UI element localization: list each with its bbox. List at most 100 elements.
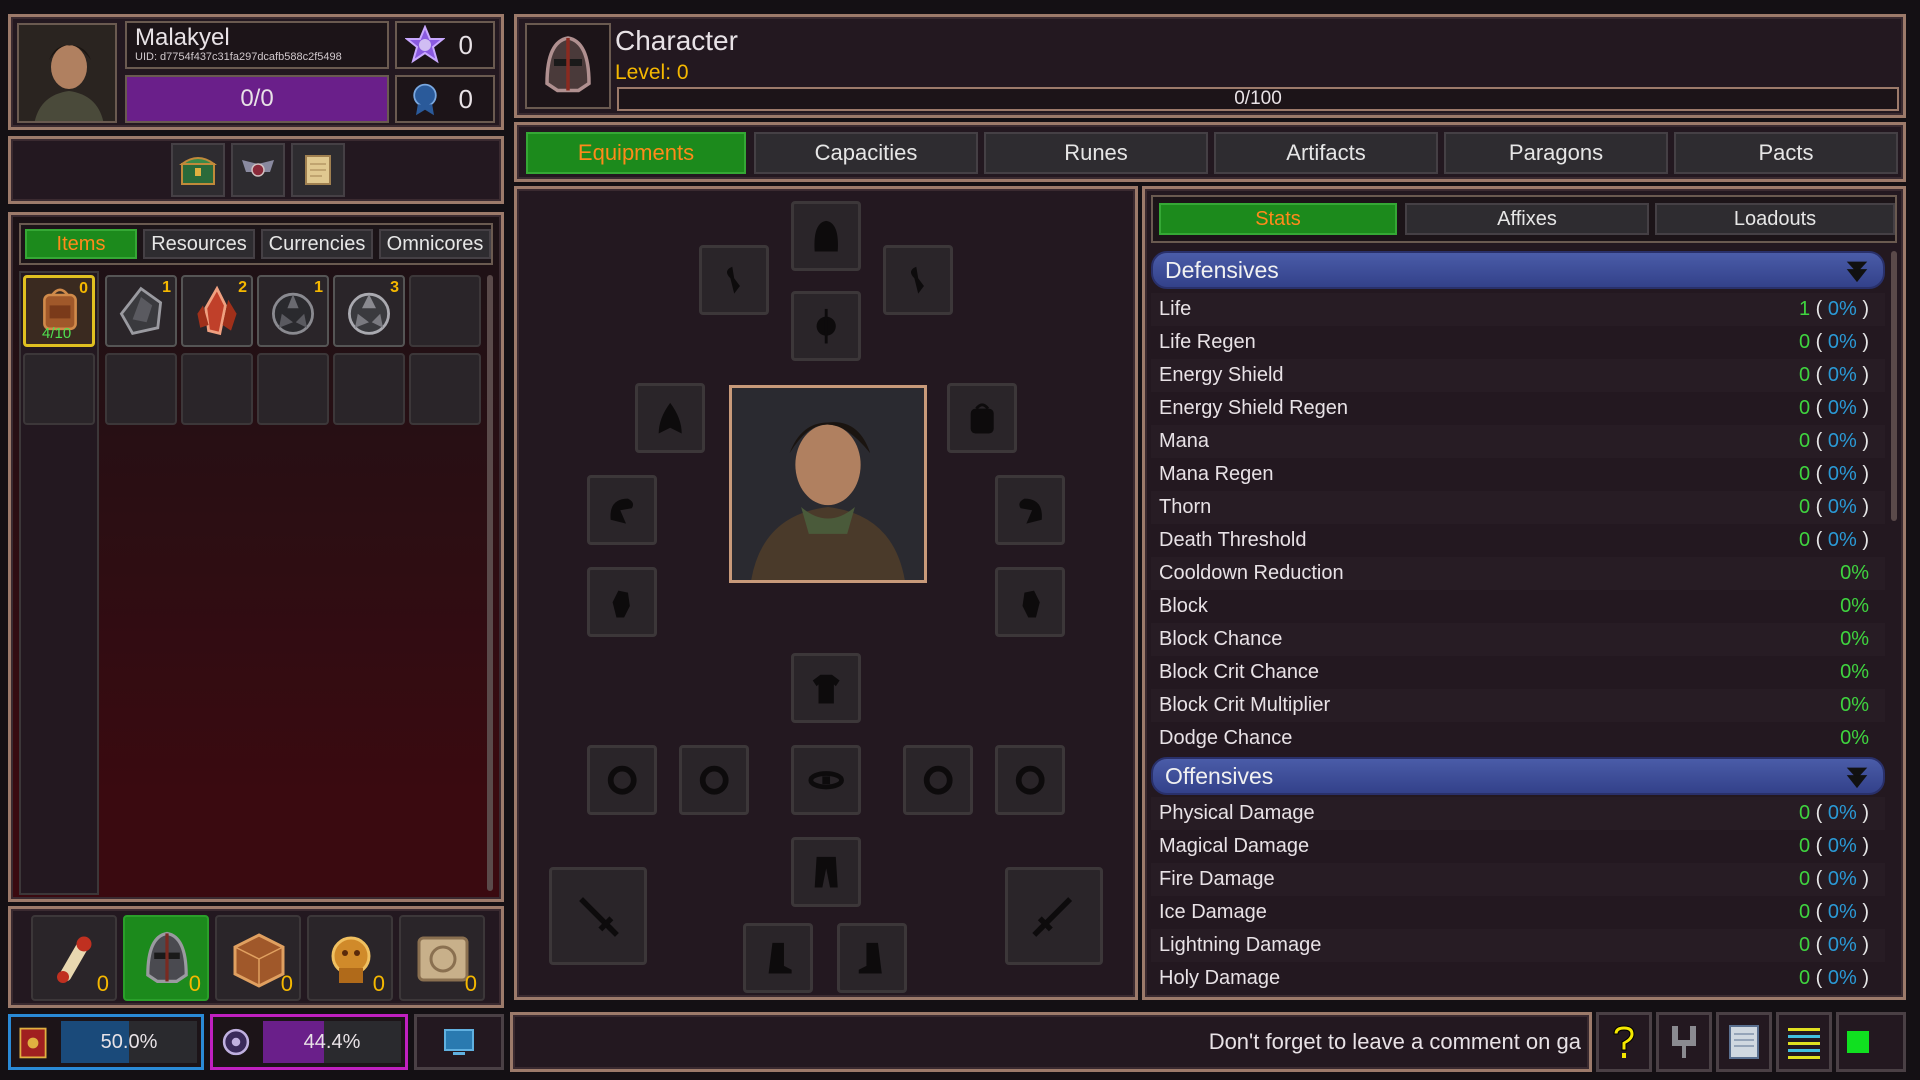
stat-value: 1 <box>1798 298 1811 320</box>
inventory-empty-slot[interactable] <box>333 353 405 425</box>
inventory-empty-slot[interactable] <box>409 275 481 347</box>
inventory-item-slot[interactable]: 1 <box>257 275 329 347</box>
tuning-fork-icon <box>1672 1026 1696 1058</box>
stat-paren-open: ( <box>1810 397 1828 419</box>
equip-slot-shoulder-left[interactable] <box>587 475 657 545</box>
scroll-button[interactable] <box>291 143 345 197</box>
inventory-item-slot[interactable]: 2 <box>181 275 253 347</box>
tab-omnicores[interactable]: Omnicores <box>379 229 491 259</box>
stat-value: 0 <box>1798 934 1811 956</box>
equip-slot-earring-right[interactable] <box>883 245 953 315</box>
tab-capacities-label: Capacities <box>814 140 918 165</box>
sort-button[interactable] <box>1656 1012 1712 1072</box>
equip-slot-earring-left[interactable] <box>699 245 769 315</box>
hotbar-count: 0 <box>372 971 385 996</box>
equip-slot-glove-left[interactable] <box>587 567 657 637</box>
inventory-empty-slot[interactable] <box>257 353 329 425</box>
inventory-empty-slot[interactable] <box>181 353 253 425</box>
tab-artifacts[interactable]: Artifacts <box>1214 132 1438 174</box>
stat-value: 0% <box>1840 661 1869 683</box>
tab-capacities[interactable]: Capacities <box>754 132 978 174</box>
ring-icon <box>607 765 637 795</box>
tab-items[interactable]: Items <box>25 229 137 259</box>
section-defensives[interactable]: Defensives <box>1151 251 1885 289</box>
tab-stats[interactable]: Stats <box>1159 203 1397 235</box>
hotbar-slot-scroll[interactable]: 0 <box>31 915 117 1001</box>
stat-label: Mana <box>1159 430 1210 452</box>
stat-label: Magical Damage <box>1159 835 1310 857</box>
equip-slot-offhand[interactable] <box>1005 867 1103 965</box>
status-indicator <box>1847 1031 1869 1053</box>
stat-paren-open: ( <box>1810 967 1828 989</box>
inventory-item-slot[interactable]: 3 <box>333 275 405 347</box>
collapse-arrow-icon <box>1846 261 1868 283</box>
glove-icon <box>1022 590 1040 618</box>
stat-row: Block Chance 0% <box>1151 623 1885 656</box>
tab-resources-label: Resources <box>151 232 247 255</box>
stat-label: Energy Shield Regen <box>1159 397 1349 419</box>
stat-percent: 0% <box>1827 463 1857 485</box>
tab-paragons[interactable]: Paragons <box>1444 132 1668 174</box>
hotbar-slot-cube[interactable]: 0 <box>215 915 301 1001</box>
wings-button[interactable] <box>231 143 285 197</box>
stat-value: 0% <box>1840 628 1869 650</box>
equip-slot-mainhand[interactable] <box>549 867 647 965</box>
equip-slot-glove-right[interactable] <box>995 567 1065 637</box>
journal-button[interactable] <box>1716 1012 1772 1072</box>
stat-paren-close: ) <box>1856 835 1869 857</box>
inventory-scrollbar[interactable] <box>487 275 493 891</box>
tab-affixes[interactable]: Affixes <box>1405 203 1649 235</box>
tab-pacts[interactable]: Pacts <box>1674 132 1898 174</box>
equip-slot-amulet[interactable] <box>791 291 861 361</box>
item-count: 1 <box>162 279 171 296</box>
tab-loadouts[interactable]: Loadouts <box>1655 203 1895 235</box>
offensives-rows: Physical Damage 0 ( 0% ) Magical Damage 0 (… <box>1151 797 1885 991</box>
equip-slot-boot-left[interactable] <box>743 923 813 993</box>
equip-slot-helmet[interactable] <box>791 201 861 271</box>
list-button[interactable] <box>1776 1012 1832 1072</box>
hotbar-slot-helmet[interactable]: 0 <box>123 915 209 1001</box>
section-offensives[interactable]: Offensives <box>1151 757 1885 795</box>
stat-percent: 0% <box>1827 835 1857 857</box>
tab-equipments[interactable]: Equipments <box>526 132 746 174</box>
bag-slot[interactable]: 0 4/10 <box>23 275 95 347</box>
stat-label: Thorn <box>1159 496 1212 518</box>
inventory-empty-slot[interactable] <box>105 353 177 425</box>
stats-scrollbar[interactable] <box>1891 251 1897 521</box>
hotbar-slot-idol[interactable]: 0 <box>307 915 393 1001</box>
tab-artifacts-label: Artifacts <box>1286 140 1366 165</box>
bag-count: 0 <box>79 280 88 297</box>
equip-slot-ring-3[interactable] <box>903 745 973 815</box>
bag-slot-empty[interactable] <box>23 353 95 425</box>
equip-slot-ring-4[interactable] <box>995 745 1065 815</box>
player-avatar[interactable] <box>17 23 117 123</box>
stat-label: Life Regen <box>1159 331 1256 353</box>
equip-slot-ring-1[interactable] <box>587 745 657 815</box>
treasure-chest-button[interactable] <box>171 143 225 197</box>
equip-slot-shoulder-right[interactable] <box>995 475 1065 545</box>
equip-slot-backpack[interactable] <box>947 383 1017 453</box>
tab-currencies[interactable]: Currencies <box>261 229 373 259</box>
equip-slot-chest[interactable] <box>791 653 861 723</box>
equip-slot-cape[interactable] <box>635 383 705 453</box>
stat-paren-close: ) <box>1856 298 1869 320</box>
screen-button[interactable] <box>414 1014 504 1070</box>
inventory-item-slot[interactable]: 1 <box>105 275 177 347</box>
equip-slot-ring-2[interactable] <box>679 745 749 815</box>
stat-value: 0 <box>1798 364 1811 386</box>
hotbar-slot-map[interactable]: 0 <box>399 915 485 1001</box>
equip-slot-belt[interactable] <box>791 745 861 815</box>
stat-label: Block <box>1159 595 1208 617</box>
stat-row: Block 0% <box>1151 590 1885 623</box>
equip-slot-legs[interactable] <box>791 837 861 907</box>
stat-row: Energy Shield 0 ( 0% ) <box>1151 359 1885 392</box>
tab-resources[interactable]: Resources <box>143 229 255 259</box>
help-button[interactable] <box>1596 1012 1652 1072</box>
stat-label: Block Crit Chance <box>1159 661 1320 683</box>
tab-runes[interactable]: Runes <box>984 132 1208 174</box>
progress2-text: 44.4% <box>303 1030 361 1053</box>
equip-slot-boot-right[interactable] <box>837 923 907 993</box>
status-indicator-button[interactable] <box>1836 1012 1906 1072</box>
inventory-empty-slot[interactable] <box>409 353 481 425</box>
tab-loadouts-label: Loadouts <box>1733 207 1817 230</box>
